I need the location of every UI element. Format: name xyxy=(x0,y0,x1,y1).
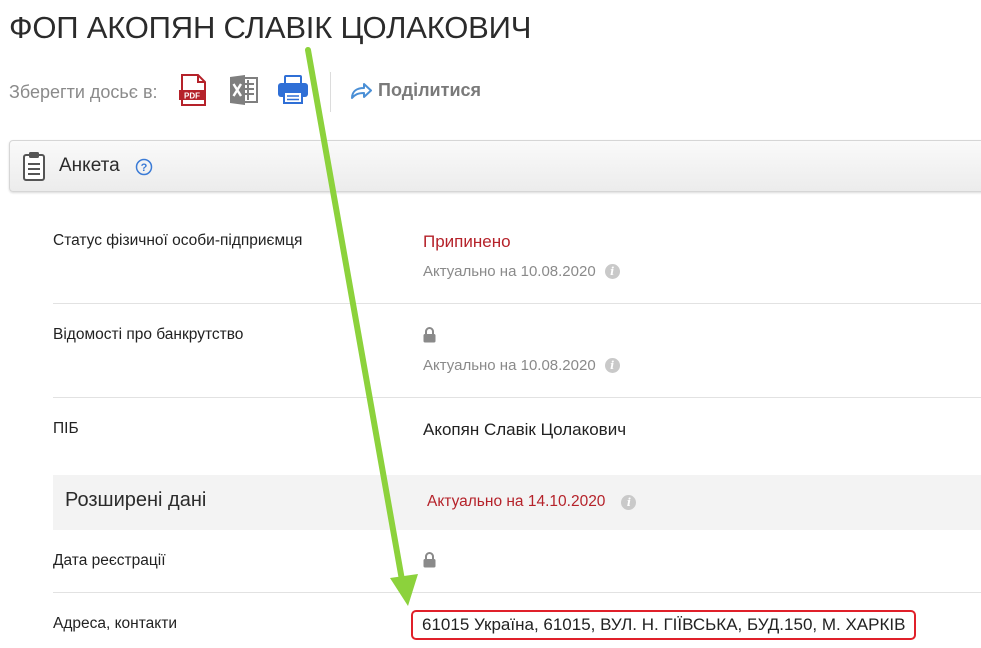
extended-actual-text: Актуально на 14.10.2020 xyxy=(427,493,606,510)
info-icon[interactable]: i xyxy=(621,494,637,510)
clipboard-icon xyxy=(22,151,46,186)
save-label: Зберегти досьє в: xyxy=(9,82,158,102)
extended-data-title: Розширені дані xyxy=(65,489,207,511)
save-toolbar: Зберегти досьє в: PDF Поділитися xyxy=(9,72,981,112)
row-divider xyxy=(53,303,981,304)
status-actual-text: Актуально на 10.08.2020 xyxy=(423,263,596,280)
address-value: 61015 Україна, 61015, ВУЛ. Н. ГІЇВСЬКА, … xyxy=(411,610,917,640)
lock-icon xyxy=(423,327,436,348)
status-label: Статус фізичної особи-підприємця xyxy=(53,232,303,249)
pib-label: ПІБ xyxy=(53,420,79,437)
extended-data-section: Розширені дані Актуально на 14.10.2020 i xyxy=(53,475,981,530)
print-button[interactable] xyxy=(277,74,309,111)
page-title: ФОП АКОПЯН СЛАВІК ЦОЛАКОВИЧ xyxy=(9,10,532,45)
pib-value: Акопян Славік Цолакович xyxy=(423,420,627,439)
pdf-icon-text: PDF xyxy=(184,92,200,101)
panel-title: Анкета xyxy=(59,155,120,176)
toolbar-divider xyxy=(330,72,331,112)
bankruptcy-actual: Актуально на 10.08.2020 i xyxy=(423,357,620,374)
status-actual: Актуально на 10.08.2020 i xyxy=(423,263,620,280)
bankruptcy-actual-text: Актуально на 10.08.2020 xyxy=(423,357,596,374)
extended-data-actual: Актуально на 14.10.2020 i xyxy=(427,493,637,511)
reg-date-label: Дата реєстрації xyxy=(53,552,166,569)
excel-icon xyxy=(230,75,258,105)
address-label: Адреса, контакти xyxy=(53,615,177,632)
anketa-panel-header[interactable]: Анкета ? xyxy=(9,140,981,192)
row-divider xyxy=(53,397,981,398)
share-icon xyxy=(351,82,372,99)
status-value: Припинено xyxy=(423,232,511,251)
pdf-export-button[interactable]: PDF xyxy=(179,74,207,111)
share-button[interactable]: Поділитися xyxy=(350,80,481,101)
lock-icon xyxy=(423,552,436,573)
info-icon[interactable]: i xyxy=(604,264,620,279)
pdf-icon: PDF xyxy=(179,74,206,106)
svg-text:?: ? xyxy=(141,162,148,174)
info-icon[interactable]: i xyxy=(604,358,620,373)
row-divider xyxy=(53,592,981,593)
share-label: Поділитися xyxy=(378,80,482,100)
printer-icon xyxy=(278,75,308,104)
bankruptcy-label: Відомості про банкрутство xyxy=(53,326,244,343)
help-icon[interactable]: ? xyxy=(135,158,153,181)
excel-export-button[interactable] xyxy=(229,74,259,111)
